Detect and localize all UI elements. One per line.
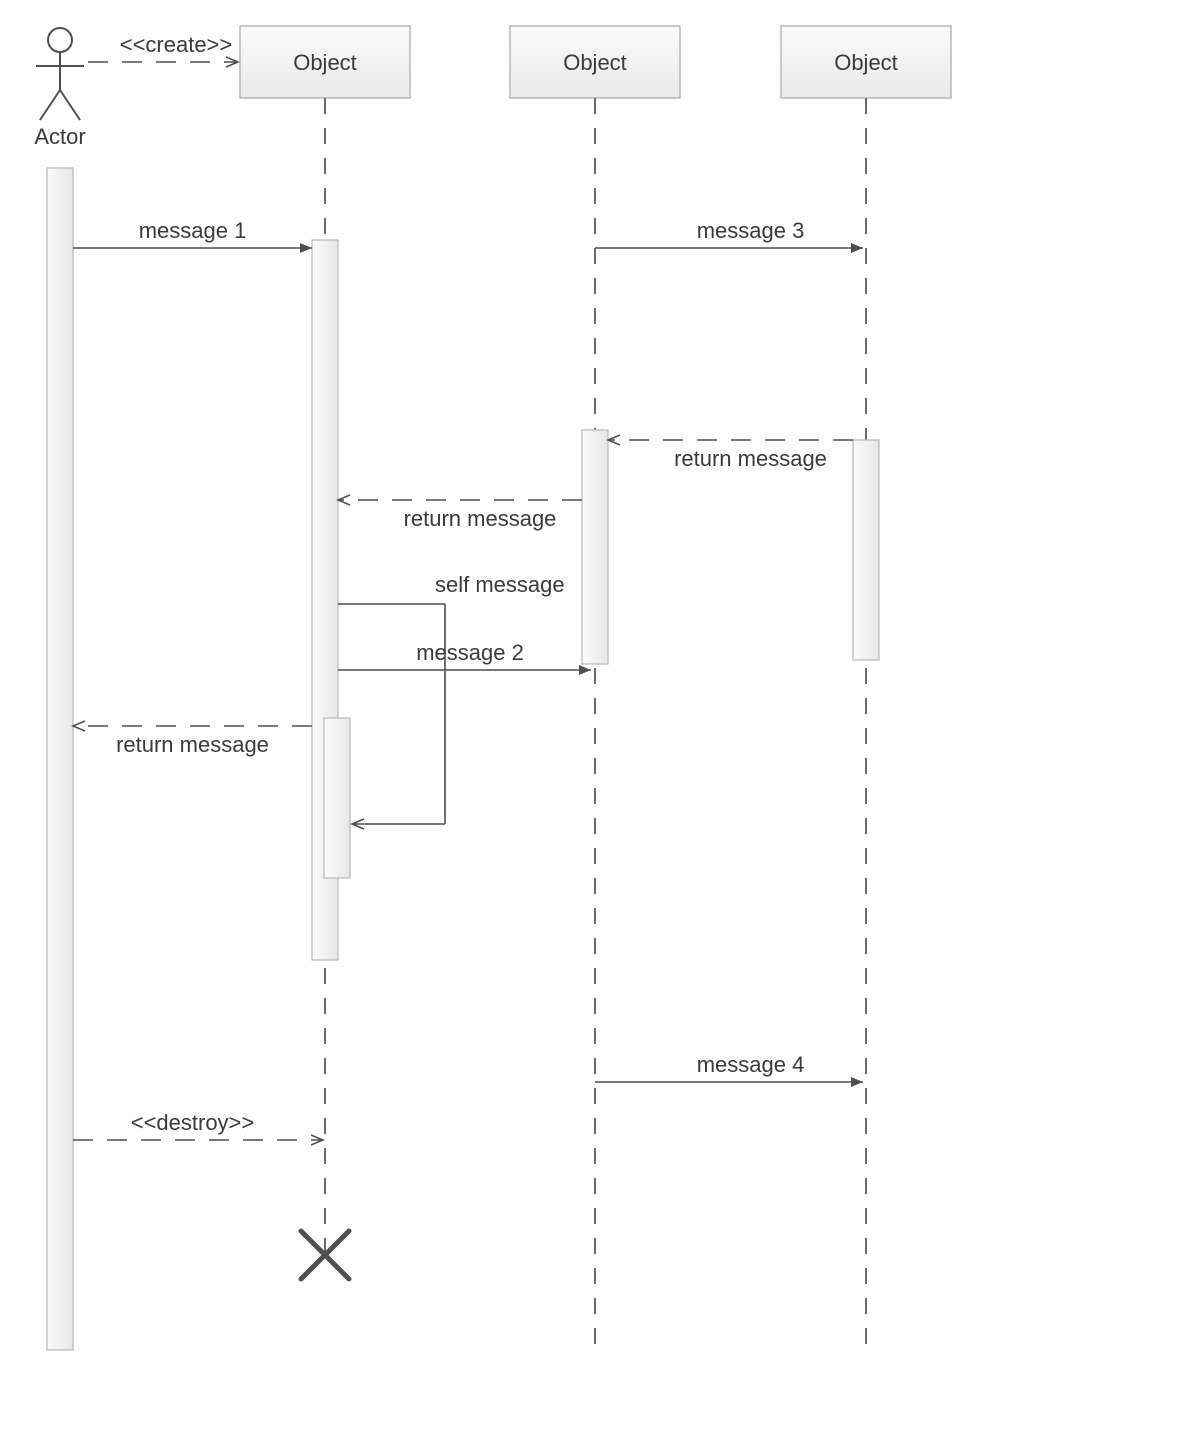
object2-activation xyxy=(582,430,608,664)
actor-figure xyxy=(36,28,84,120)
object-label-3: Object xyxy=(834,50,898,75)
svg-text:return message: return message xyxy=(404,506,557,531)
self-msg-label: self message xyxy=(435,572,565,597)
svg-text:return message: return message xyxy=(674,446,827,471)
svg-text:<<destroy>>: <<destroy>> xyxy=(131,1110,255,1135)
object3-activation xyxy=(853,440,879,660)
object1-self-activation xyxy=(324,718,350,878)
object-label-1: Object xyxy=(293,50,357,75)
svg-text:return message: return message xyxy=(116,732,269,757)
svg-text:message 4: message 4 xyxy=(697,1052,805,1077)
object-label-2: Object xyxy=(563,50,627,75)
actor-activation xyxy=(47,168,73,1350)
svg-text:message 2: message 2 xyxy=(416,640,524,665)
actor-label: Actor xyxy=(34,124,85,149)
svg-text:message 3: message 3 xyxy=(697,218,805,243)
svg-text:<<create>>: <<create>> xyxy=(120,32,233,57)
svg-text:message 1: message 1 xyxy=(139,218,247,243)
